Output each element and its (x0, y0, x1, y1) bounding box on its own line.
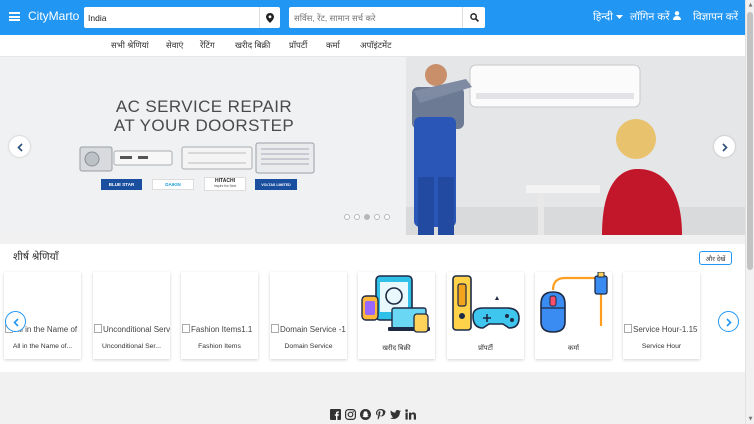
search-box (289, 7, 485, 28)
gaming-icon (447, 272, 524, 334)
mouse-usb-icon (535, 272, 612, 334)
social-links (329, 408, 416, 420)
twitter-icon[interactable] (389, 408, 401, 420)
map-pin-icon[interactable] (259, 7, 280, 28)
category-caption: Fashion Items (198, 343, 241, 350)
brand-logo[interactable]: CityMarto (28, 9, 79, 23)
category-card[interactable]: Service Hour-1.15 Service Hour (623, 272, 700, 359)
broken-image-icon: Service Hour-1.15 (623, 324, 700, 334)
carousel-dot[interactable] (374, 214, 380, 220)
caret-down-icon (615, 11, 623, 23)
hitachi-logo-tagline: Inspire the Next (213, 184, 237, 188)
hitachi-logo: HITACHI Inspire the Next (204, 177, 246, 191)
category-caption: Unconditional Ser... (102, 343, 161, 350)
nav-item-services[interactable]: सेवाएं (166, 40, 183, 51)
voltas-logo: VOLTAS LIMITED (255, 179, 297, 190)
banner-photo (406, 57, 745, 235)
linkedin-icon[interactable] (404, 408, 416, 420)
category-card[interactable]: Unconditional Serv Unconditional Ser... (93, 272, 170, 359)
snapchat-icon[interactable] (359, 408, 371, 420)
banner-headline-line-1: AC SERVICE REPAIR (115, 97, 293, 116)
section-title: शीर्ष श्रेणियाँ (13, 251, 59, 263)
user-icon (672, 11, 681, 23)
broken-image-icon: Fashion Items1.1 (181, 324, 258, 334)
location-input[interactable] (84, 7, 259, 28)
language-label: हिन्दी (593, 11, 613, 23)
nav-item-property[interactable]: प्रॉपर्टी (289, 40, 307, 51)
bluestar-logo: BLUE STAR (101, 179, 142, 190)
facebook-icon[interactable] (329, 408, 341, 420)
category-card[interactable]: खरीद बिक्री (358, 272, 435, 359)
categories-next-button[interactable] (718, 311, 739, 332)
nav-item-karma[interactable]: कर्मा (326, 40, 340, 51)
location-selector (84, 7, 280, 28)
carousel-dot[interactable] (384, 214, 390, 220)
scroll-up-icon[interactable]: ▲ (747, 1, 754, 9)
category-caption: प्रॉपर्टी (478, 345, 493, 352)
category-caption: Service Hour (641, 343, 682, 350)
search-input[interactable] (289, 7, 462, 28)
devices-icon (358, 272, 435, 334)
page-scrollbar[interactable]: ▲ ▼ (745, 0, 754, 424)
category-caption: कर्मा (567, 345, 580, 352)
carousel-dot[interactable] (344, 214, 350, 220)
category-caption: खरीद बिक्री (382, 345, 411, 352)
chevron-left-icon (12, 312, 19, 331)
nav-item-appointment[interactable]: अपॉइंटमेंट (360, 40, 391, 51)
menu-icon[interactable] (9, 12, 20, 21)
carousel-indicators (344, 214, 390, 220)
chevron-right-icon (721, 137, 728, 156)
category-card[interactable]: Fashion Items1.1 Fashion Items (181, 272, 258, 359)
broken-image-icon: Domain Service -1 (270, 324, 347, 334)
carousel-dot-active[interactable] (364, 214, 370, 220)
scroll-down-icon[interactable]: ▼ (747, 415, 754, 423)
broken-image-icon: Unconditional Serv (93, 324, 170, 334)
view-more-button[interactable]: और देखें (699, 251, 732, 265)
search-icon[interactable] (462, 7, 485, 28)
banner-headline: AC SERVICE REPAIR AT YOUR DOORSTEP (96, 97, 312, 135)
carousel-prev-button[interactable] (9, 136, 30, 157)
category-caption: Domain Service (284, 343, 333, 350)
banner-headline-line-2: AT YOUR DOORSTEP (113, 116, 295, 135)
category-card[interactable]: प्रॉपर्टी (447, 272, 524, 359)
daikin-logo: DAIKIN (152, 179, 194, 190)
carousel-next-button[interactable] (714, 136, 735, 157)
category-caption: All in the Name of... (12, 343, 73, 350)
instagram-icon[interactable] (344, 408, 356, 420)
hero-carousel[interactable]: AC SERVICE REPAIR AT YOUR DOORSTEP BLUE … (0, 57, 745, 235)
scrollbar-thumb[interactable] (747, 12, 753, 270)
language-selector[interactable]: हिन्दी (593, 10, 623, 24)
chevron-right-icon (725, 312, 732, 331)
categories-prev-button[interactable] (5, 311, 26, 332)
post-ad-button[interactable]: विज्ञापन करें (693, 10, 738, 24)
nav-item-renting[interactable]: रेंटिंग (200, 40, 215, 51)
category-card[interactable]: Domain Service -1 Domain Service (270, 272, 347, 359)
top-categories-section: शीर्ष श्रेणियाँ और देखें All in the Name… (0, 244, 745, 372)
ac-units-illustration (79, 142, 315, 174)
top-bar: CityMarto हिन्दी लॉगिन करें विज्ञापन करे… (0, 0, 745, 35)
category-card[interactable]: कर्मा (535, 272, 612, 359)
nav-item-buy-sell[interactable]: खरीद बिक्री (235, 40, 270, 51)
pinterest-icon[interactable] (374, 408, 386, 420)
login-button[interactable]: लॉगिन करें (630, 10, 681, 24)
category-nav: सभी श्रेणियां सेवाएं रेंटिंग खरीद बिक्री… (0, 35, 745, 57)
login-label: लॉगिन करें (630, 11, 670, 23)
carousel-dot[interactable] (354, 214, 360, 220)
chevron-left-icon (16, 137, 23, 156)
nav-item-all-categories[interactable]: सभी श्रेणियां (111, 40, 149, 51)
